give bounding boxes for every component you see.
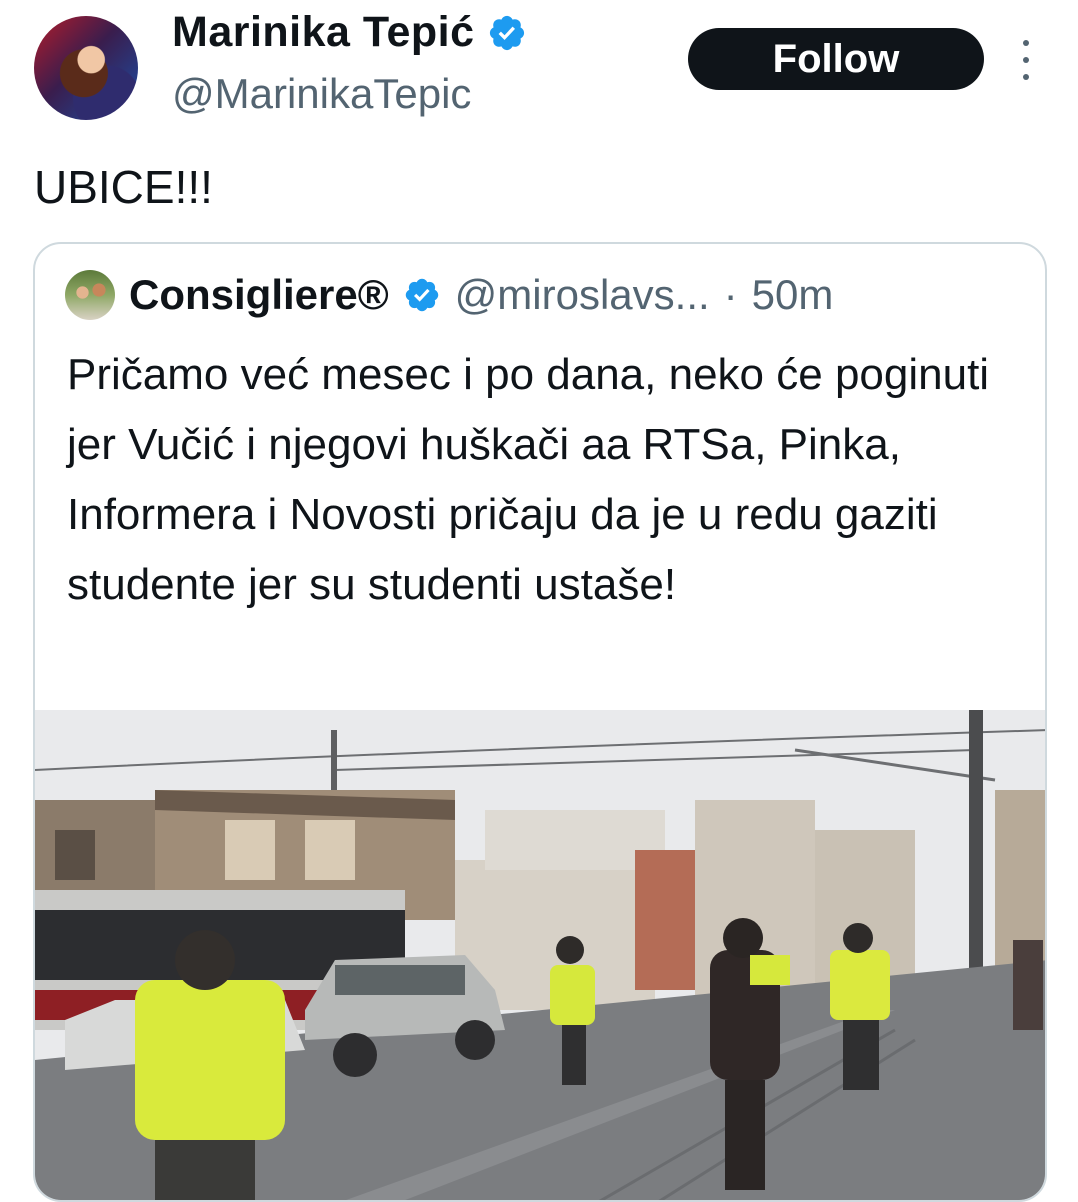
verified-badge-icon xyxy=(489,15,524,50)
video-thumbnail[interactable] xyxy=(35,710,1047,1202)
author-avatar[interactable] xyxy=(34,16,138,120)
vertical-ellipsis-icon[interactable] xyxy=(1014,40,1038,80)
verified-badge-icon xyxy=(405,278,438,312)
author-handle[interactable]: @MarinikaTepic xyxy=(172,70,471,118)
author-name-row[interactable]: Marinika Tepić xyxy=(172,8,527,57)
quoted-tweet-card[interactable]: Consigliere® @miroslavs... · 50m Pričamo… xyxy=(33,242,1047,1202)
follow-button[interactable]: Follow xyxy=(688,28,984,90)
quoted-timestamp[interactable]: 50m xyxy=(752,271,834,319)
quoted-tweet-text: Pričamo već mesec i po dana, neko će pog… xyxy=(67,350,990,609)
quoted-author-handle[interactable]: @miroslavs... xyxy=(455,271,710,319)
quoted-tweet-header: Consigliere® @miroslavs... · 50m xyxy=(65,270,833,320)
separator-dot: · xyxy=(723,271,738,318)
quoted-author-avatar[interactable] xyxy=(65,270,115,320)
tweet-text: UBICE!!! xyxy=(34,161,213,213)
author-name[interactable]: Marinika Tepić xyxy=(172,8,475,57)
quoted-author-name[interactable]: Consigliere® xyxy=(129,271,389,319)
